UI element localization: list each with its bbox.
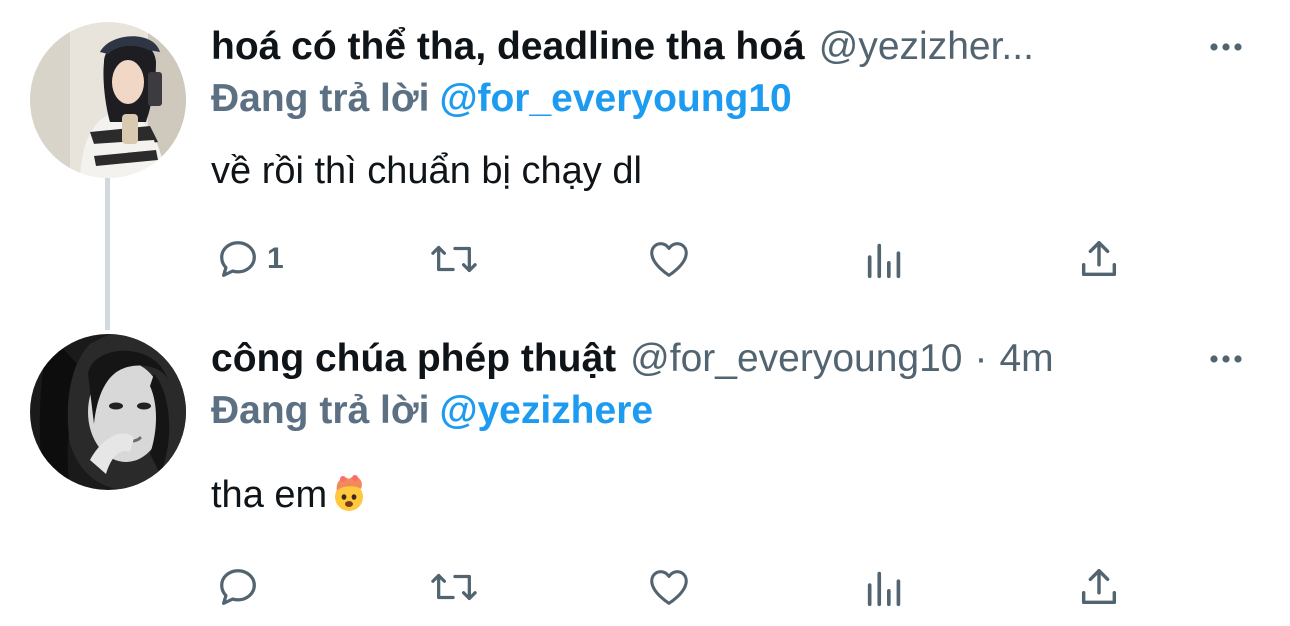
- reply-button[interactable]: 1: [215, 234, 284, 284]
- tweet-text: tha em: [211, 474, 328, 516]
- analytics-button[interactable]: [863, 234, 907, 284]
- like-button[interactable]: [645, 234, 693, 284]
- reply-mention-link[interactable]: @for_everyoung10: [439, 77, 791, 120]
- profile-photo-girl-cap-icon: [30, 22, 186, 178]
- tweet-timestamp[interactable]: 4m: [999, 334, 1053, 384]
- user-handle[interactable]: @yezizher...: [819, 22, 1034, 72]
- reply-button[interactable]: [215, 562, 267, 612]
- reply-mention-link[interactable]: @yezizhere: [439, 389, 653, 432]
- tweet-text-container: tha em: [211, 470, 369, 526]
- share-icon: [1081, 568, 1117, 605]
- more-options-button[interactable]: [1206, 339, 1246, 379]
- retweet-icon: [431, 573, 477, 601]
- display-name[interactable]: công chúa phép thuật: [211, 334, 616, 384]
- action-bar: [211, 562, 1151, 612]
- replying-to: Đang trả lời @for_everyoung10: [211, 74, 792, 124]
- tweet-header: công chúa phép thuật @for_everyoung10 · …: [211, 334, 1054, 384]
- replying-to: Đang trả lời @yezizhere: [211, 386, 653, 436]
- replying-to-label: Đang trả lời: [211, 77, 430, 120]
- meta-separator: ·: [974, 337, 988, 380]
- analytics-icon: [867, 243, 901, 279]
- share-icon: [1081, 240, 1117, 277]
- avatar[interactable]: [30, 334, 186, 490]
- retweet-button[interactable]: [429, 234, 479, 284]
- retweet-icon: [431, 245, 477, 273]
- share-button[interactable]: [1077, 562, 1121, 612]
- reply-icon: [220, 569, 256, 605]
- retweet-button[interactable]: [429, 562, 479, 612]
- display-name[interactable]: hoá có thể tha, deadline tha hoá: [211, 22, 805, 72]
- like-button[interactable]: [645, 562, 693, 612]
- more-options-button[interactable]: [1206, 27, 1246, 67]
- reply-count: 1: [267, 242, 284, 275]
- heart-icon: [650, 570, 688, 605]
- more-horizontal-icon: [1210, 355, 1242, 363]
- more-horizontal-icon: [1210, 43, 1242, 51]
- tweet-2[interactable]: công chúa phép thuật @for_everyoung10 · …: [0, 334, 1290, 614]
- tweet-header: hoá có thể tha, deadline tha hoá @yezizh…: [211, 22, 1034, 72]
- reply-icon: [220, 241, 256, 277]
- avatar[interactable]: [30, 22, 186, 178]
- tweet-text: về rồi thì chuẩn bị chạy dl: [211, 150, 642, 192]
- action-bar: 1: [211, 234, 1151, 284]
- user-handle[interactable]: @for_everyoung10: [630, 334, 962, 384]
- tweet-1[interactable]: hoá có thể tha, deadline tha hoá @yezizh…: [0, 22, 1290, 302]
- exploding-head-emoji-icon: [329, 473, 369, 526]
- profile-photo-girl-bw-icon: [30, 334, 186, 490]
- replying-to-label: Đang trả lời: [211, 389, 430, 432]
- share-button[interactable]: [1077, 234, 1121, 284]
- analytics-button[interactable]: [863, 562, 907, 612]
- analytics-icon: [867, 571, 901, 607]
- heart-icon: [650, 242, 688, 277]
